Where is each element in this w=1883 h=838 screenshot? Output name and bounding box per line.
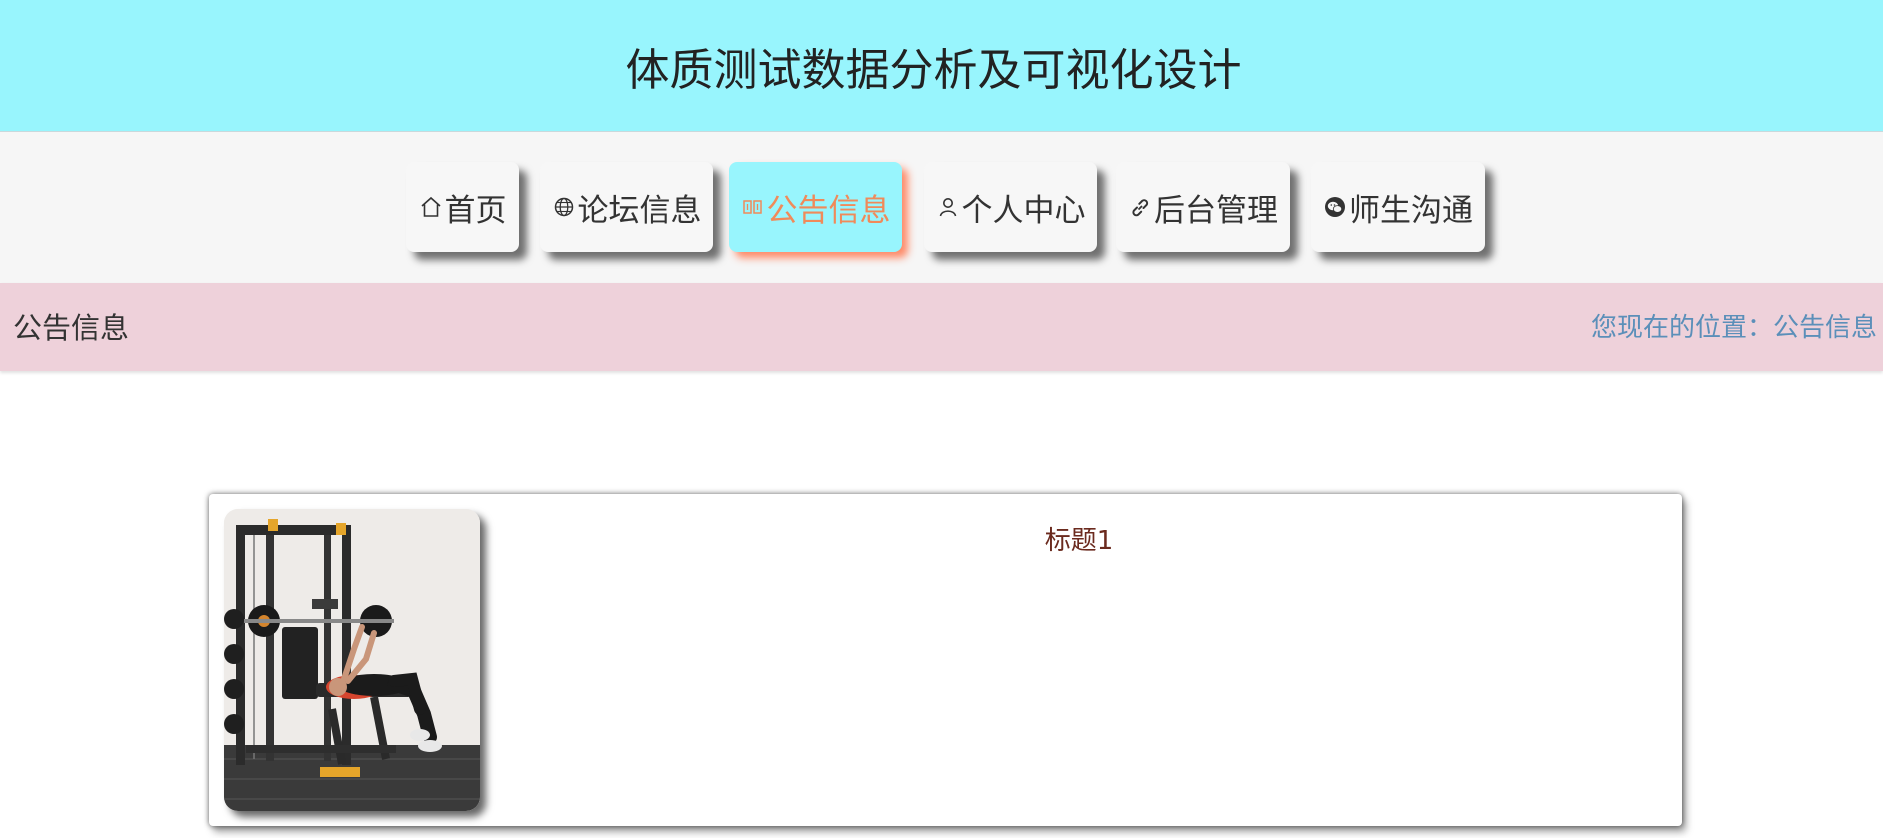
- nav-item-forum[interactable]: 论坛信息: [540, 162, 713, 252]
- nav-item-label: 公告信息: [766, 192, 891, 229]
- nav-item-label: 师生沟通: [1349, 192, 1473, 229]
- site-title: 体质测试数据分析及可视化设计: [625, 44, 1242, 96]
- notice-card[interactable]: 标题1: [209, 494, 1682, 826]
- nav-item-label: 论坛信息: [577, 192, 702, 229]
- nav-item-chat[interactable]: 师生沟通: [1311, 162, 1485, 252]
- nav-item-notice[interactable]: 公告信息: [729, 162, 902, 252]
- user-icon: [936, 193, 960, 221]
- wechat-icon: [1323, 193, 1347, 221]
- nav-item-profile[interactable]: 个人中心: [924, 162, 1097, 252]
- globe-icon: [552, 193, 576, 221]
- nav-item-label: 首页: [444, 192, 507, 229]
- main-nav: 首页 论坛信息 公告信息 个人中心 后台管理 师生沟通: [0, 132, 1883, 283]
- nav-item-admin[interactable]: 后台管理: [1116, 162, 1290, 252]
- breadcrumb-bar: 公告信息 您现在的位置：公告信息: [0, 283, 1883, 371]
- notice-title[interactable]: 标题1: [209, 520, 1883, 557]
- home-icon: [419, 193, 443, 221]
- nav-item-label: 个人中心: [961, 192, 1086, 229]
- link-icon: [1128, 193, 1152, 221]
- nav-item-home[interactable]: 首页: [406, 162, 519, 252]
- site-header: 体质测试数据分析及可视化设计: [0, 0, 1883, 132]
- section-title: 公告信息: [13, 311, 130, 345]
- notice-icon: [741, 193, 765, 221]
- breadcrumb: 您现在的位置：公告信息: [1590, 313, 1877, 343]
- nav-item-label: 后台管理: [1154, 192, 1278, 229]
